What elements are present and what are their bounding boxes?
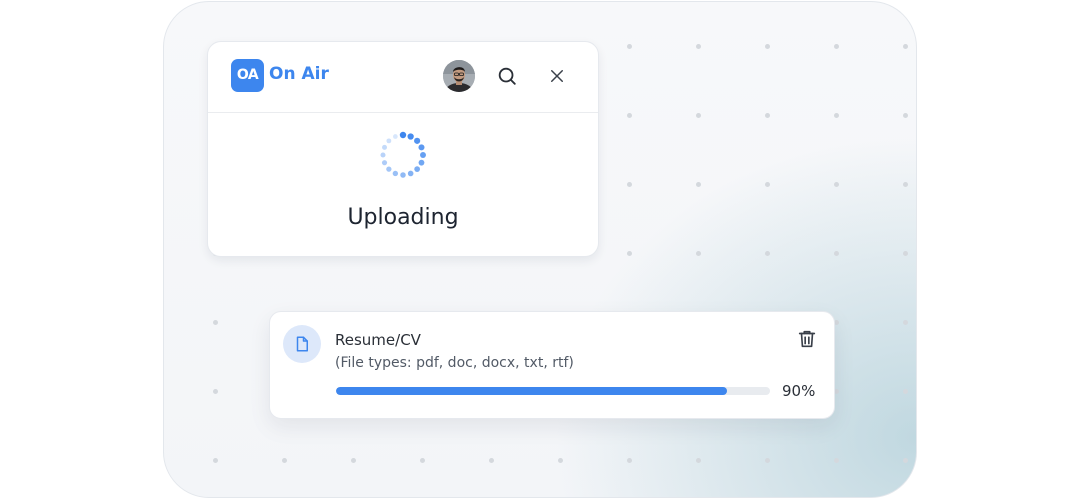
trash-icon xyxy=(798,330,816,348)
grid-dot xyxy=(558,458,563,463)
spinner-dot xyxy=(392,134,398,139)
file-icon-badge xyxy=(283,325,321,363)
spinner-dot xyxy=(407,170,414,177)
grid-dot xyxy=(696,182,701,187)
grid-dot xyxy=(696,251,701,256)
grid-dot xyxy=(420,458,425,463)
card-header: OA On Air xyxy=(208,42,598,113)
grid-dot xyxy=(834,458,839,463)
avatar[interactable] xyxy=(443,60,475,92)
grid-dot xyxy=(489,458,494,463)
spinner-dot xyxy=(414,137,421,144)
grid-dot xyxy=(765,44,770,49)
grid-dot xyxy=(213,458,218,463)
spinner-dot xyxy=(399,131,407,139)
spinner-dot xyxy=(386,138,392,144)
spinner-dot xyxy=(407,133,414,140)
close-button[interactable] xyxy=(543,62,571,90)
grid-dot xyxy=(834,44,839,49)
delete-file-button[interactable] xyxy=(794,326,820,352)
grid-dot xyxy=(834,251,839,256)
app-logo: OA xyxy=(231,59,264,92)
grid-dot xyxy=(834,182,839,187)
grid-dot xyxy=(627,44,632,49)
file-icon xyxy=(296,336,308,352)
app-card: OA On Air Uploading xyxy=(207,41,599,257)
file-upload-card: Resume/CV (File types: pdf, doc, docx, t… xyxy=(269,311,835,419)
upload-progress-bar xyxy=(336,387,770,395)
grid-dot xyxy=(765,251,770,256)
grid-dot xyxy=(627,458,632,463)
grid-dot xyxy=(696,113,701,118)
grid-dot xyxy=(696,44,701,49)
search-icon xyxy=(498,67,516,85)
spinner-dot xyxy=(382,144,387,150)
grid-dot xyxy=(765,458,770,463)
file-title: Resume/CV xyxy=(335,331,421,349)
grid-dot xyxy=(903,182,908,187)
grid-dot xyxy=(765,113,770,118)
grid-dot xyxy=(696,458,701,463)
grid-dot xyxy=(903,251,908,256)
grid-dot xyxy=(903,320,908,325)
grid-dot xyxy=(834,113,839,118)
grid-dot xyxy=(765,182,770,187)
grid-dot xyxy=(903,44,908,49)
spinner-dot xyxy=(381,160,388,166)
app-name: On Air xyxy=(269,64,329,84)
upload-progress-percent: 90% xyxy=(782,382,816,400)
spinner-dot xyxy=(386,166,392,172)
grid-dot xyxy=(627,113,632,118)
loading-spinner-icon xyxy=(380,131,426,178)
search-button[interactable] xyxy=(493,62,521,90)
grid-dot xyxy=(351,458,356,463)
grid-dot xyxy=(627,182,632,187)
grid-dot xyxy=(903,113,908,118)
spinner-dot xyxy=(414,166,420,172)
file-types-hint: (File types: pdf, doc, docx, txt, rtf) xyxy=(335,355,574,371)
spinner-dot xyxy=(380,152,386,158)
close-icon xyxy=(551,70,563,82)
upload-status-label: Uploading xyxy=(347,205,459,230)
spinner-dot xyxy=(418,144,425,151)
spinner-dot xyxy=(400,172,406,178)
upload-progress-fill xyxy=(336,387,727,395)
grid-dot xyxy=(903,458,908,463)
grid-dot xyxy=(627,251,632,256)
grid-dot xyxy=(213,320,218,325)
spinner-dot xyxy=(420,152,426,158)
spinner-dot xyxy=(392,170,399,177)
avatar-image xyxy=(443,60,475,92)
grid-dot xyxy=(903,389,908,394)
spinner-dot xyxy=(418,159,425,166)
grid-dot xyxy=(282,458,287,463)
grid-dot xyxy=(213,389,218,394)
stage: OA On Air Uploading Resume/CV (File type… xyxy=(0,0,1080,500)
